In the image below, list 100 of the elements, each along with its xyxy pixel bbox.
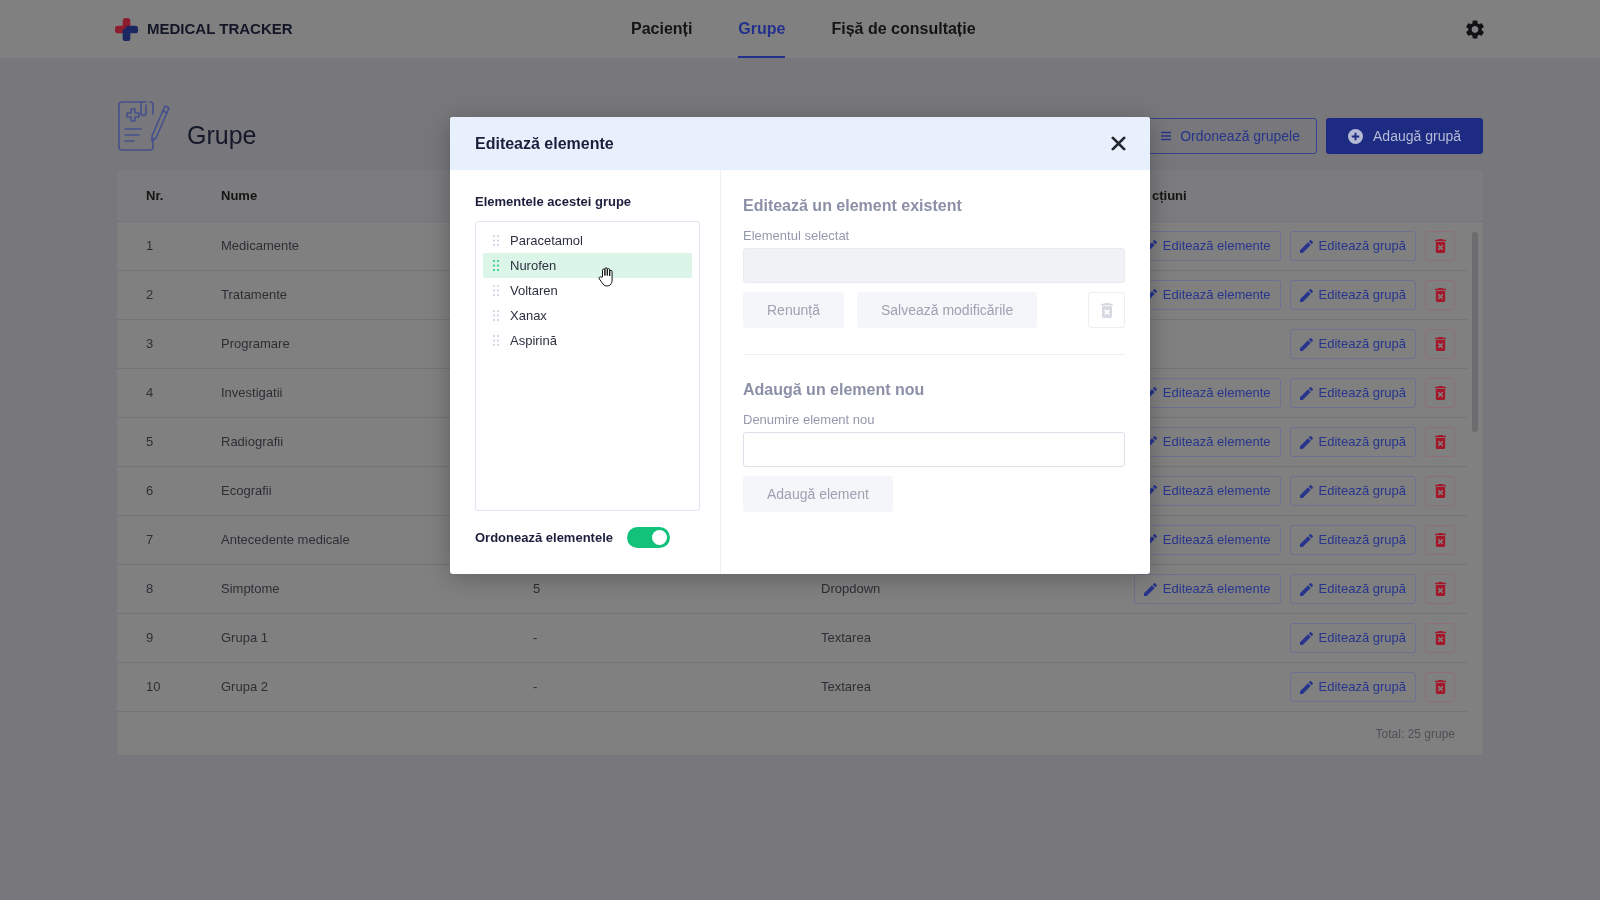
drag-handle-icon[interactable] — [493, 235, 499, 246]
drag-handle-icon[interactable] — [493, 310, 499, 321]
edit-button[interactable]: Editează grupă — [1289, 574, 1416, 604]
edit-button[interactable]: Editează grupă — [1289, 231, 1416, 261]
list-item[interactable]: Voltaren — [483, 278, 692, 303]
table-cell: 7 — [146, 532, 154, 548]
pencil-icon — [1299, 582, 1313, 596]
edit-button[interactable]: Editează grupă — [1289, 378, 1416, 408]
table-cell: Textarea — [821, 679, 871, 695]
delete-button[interactable] — [1425, 525, 1455, 555]
page-title: Grupe — [187, 120, 257, 151]
delete-button[interactable] — [1425, 672, 1455, 702]
nav-tab[interactable]: Grupe — [738, 0, 786, 58]
pencil-icon — [1299, 680, 1313, 694]
settings-icon[interactable] — [1466, 19, 1484, 39]
pencil-icon — [1299, 288, 1313, 302]
column-header: cțiuni — [1152, 187, 1187, 203]
table-cell: Ecografii — [221, 483, 272, 499]
list-item[interactable]: Xanax — [483, 303, 692, 328]
list-label: Elementele acestei grupe — [475, 194, 633, 210]
trash-icon — [1434, 239, 1446, 253]
pencil-icon — [1299, 239, 1313, 253]
section-heading: Editează un element existent — [743, 196, 963, 216]
edit-button[interactable]: Editează grupă — [1289, 672, 1416, 702]
table-cell: Textarea — [821, 630, 871, 646]
pencil-icon — [1299, 484, 1313, 498]
pencil-icon — [1299, 533, 1313, 547]
table-cell: Antecedente medicale — [221, 532, 350, 548]
close-button[interactable] — [1111, 136, 1126, 151]
trash-icon — [1434, 386, 1446, 400]
table-cell: 5 — [533, 581, 541, 597]
delete-button[interactable] — [1425, 280, 1455, 310]
pencil-icon — [1299, 435, 1313, 449]
drag-handle-icon[interactable] — [493, 260, 499, 271]
list-item[interactable]: Aspirină — [483, 328, 692, 353]
table-cell: 2 — [146, 287, 154, 303]
edit-button[interactable]: Editează grupă — [1289, 329, 1416, 359]
delete-button[interactable] — [1425, 623, 1455, 653]
table-cell: Simptome — [221, 581, 280, 597]
field-label: Denumire element nou — [743, 412, 876, 428]
table-cell: 1 — [146, 238, 154, 254]
toggle-switch[interactable] — [627, 527, 670, 548]
edit-button[interactable]: Editează elemente — [1133, 574, 1281, 604]
trash-icon — [1434, 435, 1446, 449]
table-cell: - — [533, 679, 538, 695]
delete-button[interactable] — [1425, 378, 1455, 408]
drag-handle-icon[interactable] — [493, 285, 499, 296]
nav-tab[interactable]: Pacienți — [631, 0, 693, 58]
edit-button[interactable]: Editează grupă — [1289, 476, 1416, 506]
table-cell: 4 — [146, 385, 154, 401]
column-header: Nume — [221, 187, 258, 203]
table-cell: 9 — [146, 630, 154, 646]
clipboard-pencil-icon — [117, 100, 171, 152]
edit-button[interactable]: Editează grupă — [1289, 525, 1416, 555]
list-item[interactable]: Paracetamol — [483, 228, 692, 253]
plus-circle-icon — [1348, 128, 1364, 144]
trash-icon — [1434, 631, 1446, 645]
pencil-icon — [1299, 386, 1313, 400]
trash-icon — [1434, 337, 1446, 351]
app-logo-text: MEDICAL TRACKER — [147, 18, 293, 39]
delete-button[interactable] — [1425, 427, 1455, 457]
drag-handle-icon[interactable] — [493, 335, 499, 346]
table-cell: 8 — [146, 581, 154, 597]
table-cell: Radiografii — [221, 434, 284, 450]
nav-tab[interactable]: Fișă de consultație — [831, 0, 976, 58]
table-cell: 3 — [146, 336, 154, 352]
toggle-label: Ordonează elementele — [475, 528, 613, 547]
hand-cursor-icon — [598, 267, 615, 287]
trash-icon — [1434, 288, 1446, 302]
delete-button[interactable] — [1425, 476, 1455, 506]
input-field[interactable] — [743, 432, 1125, 467]
edit-button[interactable]: Editează grupă — [1289, 427, 1416, 457]
table-cell: Grupa 2 — [221, 679, 268, 695]
add-group-button[interactable]: Adaugă grupă — [1326, 118, 1483, 154]
pencil-icon — [1143, 582, 1157, 596]
edit-button[interactable]: Editează grupă — [1289, 623, 1416, 653]
trash-icon — [1100, 302, 1113, 318]
list-item[interactable]: Nurofen — [483, 253, 692, 278]
delete-button[interactable] — [1425, 231, 1455, 261]
list-icon — [1161, 131, 1172, 141]
pencil-icon — [1299, 631, 1313, 645]
table-cell: 10 — [146, 679, 161, 695]
delete-button[interactable] — [1425, 574, 1455, 604]
table-cell: - — [533, 630, 538, 646]
table-cell: Dropdown — [821, 581, 881, 597]
trash-icon — [1434, 680, 1446, 694]
edit-button[interactable]: Editează grupă — [1289, 280, 1416, 310]
delete-button[interactable] — [1425, 329, 1455, 359]
modal-title: Editează elemente — [475, 133, 614, 154]
table-cell: Programare — [221, 336, 290, 352]
table-cell: Tratamente — [221, 287, 287, 303]
column-header: Nr. — [146, 187, 164, 203]
table-cell: Grupa 1 — [221, 630, 268, 646]
pencil-icon — [1299, 337, 1313, 351]
trash-icon — [1434, 484, 1446, 498]
field-label: Elementul selectat — [743, 228, 851, 244]
table-cell: 5 — [146, 434, 154, 450]
medical-cross-icon — [115, 17, 138, 41]
section-heading: Adaugă un element nou — [743, 380, 926, 400]
table-cell: Medicamente — [221, 238, 300, 254]
